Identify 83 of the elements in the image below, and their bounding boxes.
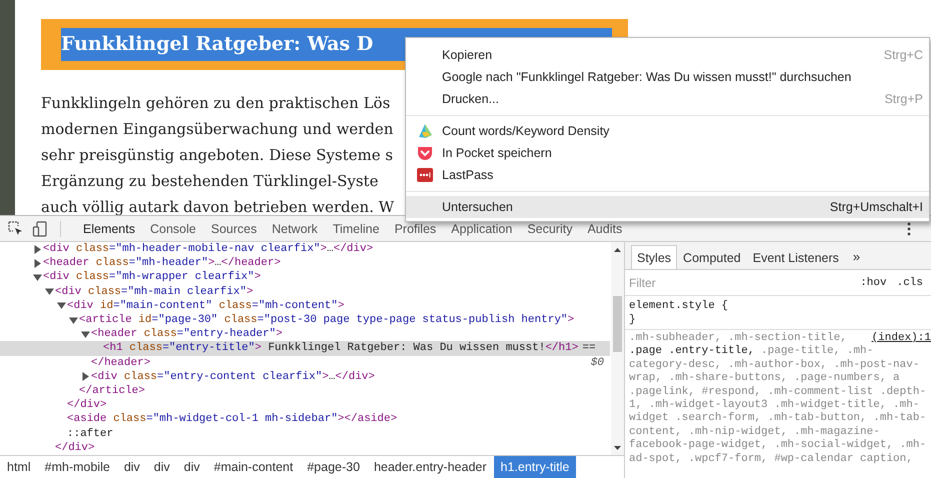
dom-tree-row[interactable]: <header class="entry-header"> [0, 327, 610, 342]
dom-node-code: <div class="mh-header-mobile-nav clearfix">…</div> [43, 242, 374, 256]
expanded-triangle-icon[interactable] [69, 316, 78, 325]
device-icon[interactable] [32, 220, 48, 236]
dom-tree-row[interactable]: <header class="mh-header">…</header> [0, 256, 610, 270]
breadcrumb[interactable]: div [176, 456, 207, 478]
devtools-tab[interactable]: Timeline [324, 222, 386, 236]
collapsed-triangle-icon[interactable] [33, 258, 42, 268]
devtools-tab[interactable]: Profiles [386, 222, 444, 236]
console-equals-marker: == [582, 341, 596, 356]
dom-tree-row[interactable]: <div class="mh-main clearfix"> [0, 284, 610, 299]
styles-pane-tab[interactable]: Event Listeners [746, 245, 845, 269]
context-menu-item[interactable]: LastPass [406, 164, 929, 186]
context-menu-item[interactable]: Count words/Keyword Density [406, 120, 929, 142]
dom-tree-row[interactable]: <aside class="mh-widget-col-1 mh-sidebar"></aside> [0, 412, 610, 426]
dots-box-icon [417, 167, 433, 183]
dom-tree-row[interactable]: <div class="mh-header-mobile-nav clearfix">…</div> [0, 242, 610, 256]
dom-tree-row[interactable]: ::after [0, 426, 610, 441]
devtools-tab[interactable]: Sources [202, 222, 264, 236]
breadcrumb[interactable]: h1.entry-title [494, 456, 576, 478]
css-selector: .mh-subheader, .mh-section-title, [629, 332, 847, 345]
filter-toggle[interactable]: .cls [896, 276, 923, 288]
dom-closing-tag: </header> [91, 356, 150, 370]
paragraph-line: Funkklingeln gehören zu den praktischen Lös [41, 93, 390, 114]
context-menu-item[interactable]: Untersuchen Strg+Umschalt+I [406, 196, 929, 218]
devtools-tab[interactable]: Elements [75, 222, 142, 236]
more-tabs-chevron[interactable]: » [844, 249, 868, 269]
dom-node-code: ::after [67, 426, 114, 441]
devtools-tab[interactable]: Application [443, 222, 520, 236]
console-reference: $0 [590, 356, 604, 370]
dom-node-code: <div id="main-content" class="mh-content"> [67, 298, 344, 313]
dom-node-code: <div class="mh-wrapper clearfix"> [43, 270, 261, 284]
expanded-triangle-icon[interactable] [33, 272, 42, 282]
dom-node-code: <h1 class="entry-title"> Funkklingel Ratgeber: Was Du wissen musst!</h1> [103, 341, 578, 356]
breadcrumb[interactable]: div [116, 456, 147, 478]
dom-closing-tag: </div> [55, 440, 95, 455]
breadcrumb[interactable]: #page-30 [300, 456, 367, 478]
devtools-tab[interactable]: Audits [579, 222, 630, 236]
dom-node-code: <header class="mh-header">…</header> [43, 256, 281, 270]
css-selector-list: .page .entry-title, .page-title, .mh-category-desc, .mh-author-box, .mh-post-nav-wrap, .mh-share-buttons, .page-numbers, a .pagelink, #respond, .mh-comment-list .depth-1, .mh-widget-layout3 .mh-widget-title, .mh-widget .search-form, .mh-tab-button, .mh-tab-content, .mh-nip-widget, .mh-magazine-facebook-page-widget, .mh-social-widget, .mh-ad-spot, .wpcf7-form, #wp-calendar caption, [629, 345, 931, 466]
expanded-triangle-icon[interactable] [57, 301, 66, 310]
dom-node-code: <div class="entry-content clearfix">…</div> [91, 370, 375, 384]
devtools-tab[interactable]: Security [519, 222, 580, 236]
collapsed-triangle-icon[interactable] [33, 244, 42, 254]
dom-closing-tag: </div> [67, 398, 107, 412]
paragraph-line: Ergänzung zu bestehenden Türklingel-Syste [41, 171, 378, 192]
breadcrumb[interactable]: html [0, 456, 38, 478]
breadcrumb[interactable]: header.entry-header [366, 456, 494, 478]
dom-node-code: <div class="mh-main clearfix"> [55, 284, 254, 299]
prism-icon [417, 123, 433, 139]
dom-tree-row[interactable]: <div class="mh-wrapper clearfix"> [0, 270, 610, 285]
expanded-triangle-icon[interactable] [81, 330, 90, 339]
breadcrumb[interactable]: div [146, 456, 177, 478]
filter-field[interactable]: Filter [629, 276, 850, 290]
dom-node-code: <article id="page-30" class="post-30 page type-page status-publish hentry"> [79, 313, 574, 328]
dom-tree-row[interactable]: <article id="page-30" class="post-30 page type-page status-publish hentry"> [0, 312, 610, 328]
breadcrumb[interactable]: #mh-mobile [38, 456, 117, 478]
devtools-tab[interactable]: Console [142, 222, 203, 236]
devtools-tab[interactable]: Network [264, 222, 325, 236]
styles-pane-tab[interactable]: Styles [631, 245, 678, 269]
dom-tree-row[interactable]: <div class="entry-content clearfix">…</div> [0, 370, 610, 384]
filter-toggle[interactable]: :hov [860, 276, 887, 288]
paragraph-line: auch völlig autark davon betrieben werden. W [41, 197, 394, 215]
styles-pane-tab[interactable]: Computed [677, 245, 747, 269]
dom-node-code: <aside class="mh-widget-col-1 mh-sidebar"></aside> [67, 412, 398, 426]
collapsed-triangle-icon[interactable] [81, 372, 90, 382]
dom-closing-tag: </article> [79, 384, 146, 398]
context-menu-item[interactable]: Google nach "Funkklingel Ratgeber: Was Du wissen musst!" durchsuchen [406, 66, 929, 88]
more-menu-icon[interactable] [907, 222, 911, 236]
context-menu-item[interactable]: In Pocket speichern [406, 142, 929, 164]
expanded-triangle-icon[interactable] [45, 287, 54, 296]
context-menu-item[interactable]: Drucken... Strg+P [406, 88, 929, 110]
inspect-icon[interactable] [8, 220, 24, 236]
breadcrumb[interactable]: #main-content [206, 456, 300, 478]
dom-tree-row[interactable]: <div id="main-content" class="mh-content"> [0, 298, 610, 313]
paragraph-line: modernen Eingangsüberwachung und werden [41, 119, 394, 140]
style-rule-line: } [629, 313, 637, 327]
scrollbar[interactable] [611, 242, 624, 455]
source-link[interactable]: (index):1 [872, 332, 931, 346]
pocket-icon [417, 145, 433, 161]
paragraph-line: sehr preisgünstig angeboten. Diese Systeme s [41, 145, 393, 166]
style-rule-line: element.style { [629, 299, 730, 313]
dom-node-code: <header class="entry-header"> [91, 327, 282, 342]
